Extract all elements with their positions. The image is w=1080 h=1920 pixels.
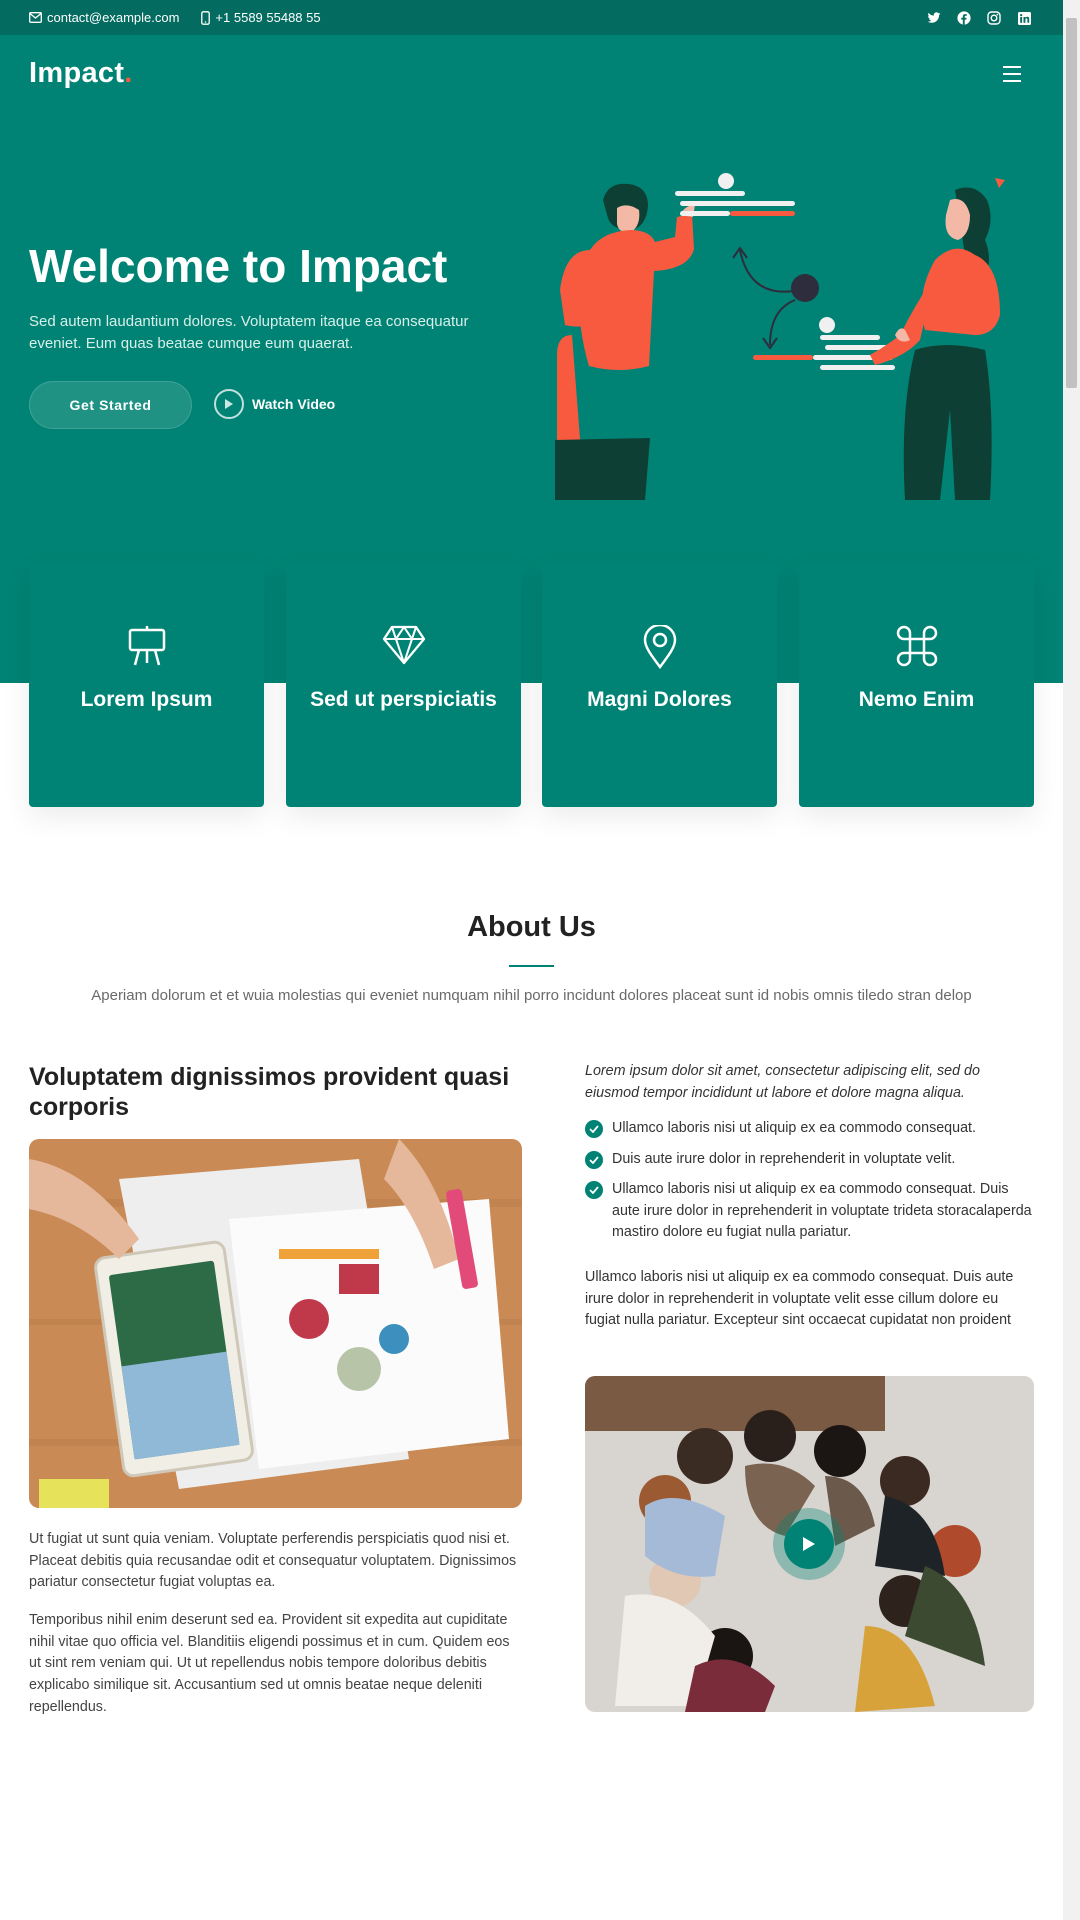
page-scrollbar[interactable] [1063, 0, 1080, 1920]
command-icon [799, 625, 1034, 667]
instagram-icon[interactable] [985, 9, 1003, 27]
about-title: About Us [467, 911, 596, 943]
check-circle-icon [585, 1150, 603, 1169]
about-intro: Lorem ipsum dolor sit amet, consectetur … [585, 1063, 980, 1101]
title-underline [509, 965, 554, 967]
logo[interactable]: Impact. [29, 57, 133, 90]
phone-icon [201, 10, 211, 25]
feature-title: Nemo Enim [858, 688, 975, 711]
play-icon [784, 1519, 834, 1569]
list-item-text: Ullamco laboris nisi ut aliquip ex ea co… [612, 1120, 976, 1136]
about-heading: Voluptatem dignissimos provident quasi c… [29, 1063, 510, 1121]
phone-text: +1 5589 55488 55 [215, 10, 321, 25]
easel-icon [29, 625, 264, 667]
feature-title: Magni Dolores [587, 688, 732, 711]
about-video-thumbnail[interactable] [585, 1376, 1034, 1712]
about-subtitle: Aperiam dolorum et et wuia molestias qui… [91, 987, 972, 1004]
get-started-button[interactable]: Get Started [29, 381, 192, 429]
play-circle-icon [214, 389, 244, 419]
check-circle-icon [585, 1181, 603, 1199]
logo-text: Impact [29, 57, 125, 89]
top-bar: contact@example.com +1 5589 55488 55 [0, 0, 1063, 35]
about-check-list: Ullamco laboris nisi ut aliquip ex ea co… [585, 1118, 1035, 1253]
twitter-icon[interactable] [925, 9, 943, 27]
social-links [913, 9, 1033, 27]
watch-video-button[interactable]: Watch Video [214, 389, 335, 419]
list-item-text: Ullamco laboris nisi ut aliquip ex ea co… [612, 1181, 1032, 1241]
email-link[interactable]: contact@example.com [29, 10, 179, 25]
hero-title: Welcome to Impact [29, 240, 448, 292]
feature-card[interactable]: Nemo Enim [799, 563, 1034, 807]
linkedin-icon[interactable] [1015, 9, 1033, 27]
list-item-text: Duis aute irure dolor in reprehenderit i… [612, 1150, 956, 1167]
play-video-button[interactable] [773, 1508, 845, 1580]
hamburger-menu-icon[interactable] [1003, 66, 1021, 82]
email-text: contact@example.com [47, 10, 180, 25]
hero-illustration [555, 173, 1005, 500]
about-paragraph-1: Ut fugiat ut sunt quia veniam. Voluptate… [29, 1531, 517, 1591]
feature-title: Sed ut perspiciatis [310, 688, 497, 711]
hero-description: Sed autem laudantium dolores. Voluptatem… [29, 313, 469, 352]
geo-pin-icon [542, 625, 777, 669]
logo-dot: . [124, 57, 133, 89]
list-item: Duis aute irure dolor in reprehenderit i… [585, 1149, 1035, 1171]
feature-card[interactable]: Magni Dolores [542, 563, 777, 807]
feature-title: Lorem Ipsum [80, 688, 213, 711]
phone-link[interactable]: +1 5589 55488 55 [201, 10, 321, 25]
scrollbar-thumb[interactable] [1066, 18, 1077, 388]
check-circle-icon [585, 1120, 603, 1138]
about-paragraph-3: Ullamco laboris nisi ut aliquip ex ea co… [585, 1269, 1014, 1329]
list-item: Ullamco laboris nisi ut aliquip ex ea co… [585, 1118, 1035, 1140]
contact-info: contact@example.com +1 5589 55488 55 [29, 10, 343, 25]
about-photo-tablet [29, 1139, 522, 1508]
about-paragraph-2: Temporibus nihil enim deserunt sed ea. P… [29, 1612, 510, 1715]
envelope-icon [29, 12, 42, 23]
feature-card[interactable]: Lorem Ipsum [29, 563, 264, 807]
gem-icon [286, 625, 521, 665]
feature-card[interactable]: Sed ut perspiciatis [286, 563, 521, 807]
facebook-icon[interactable] [955, 9, 973, 27]
list-item: Ullamco laboris nisi ut aliquip ex ea co… [585, 1179, 1035, 1244]
watch-video-label: Watch Video [252, 396, 336, 412]
feature-cards: Lorem Ipsum Sed ut perspiciatis Magni Do… [29, 563, 1034, 807]
site-header: Impact. [0, 35, 1063, 115]
